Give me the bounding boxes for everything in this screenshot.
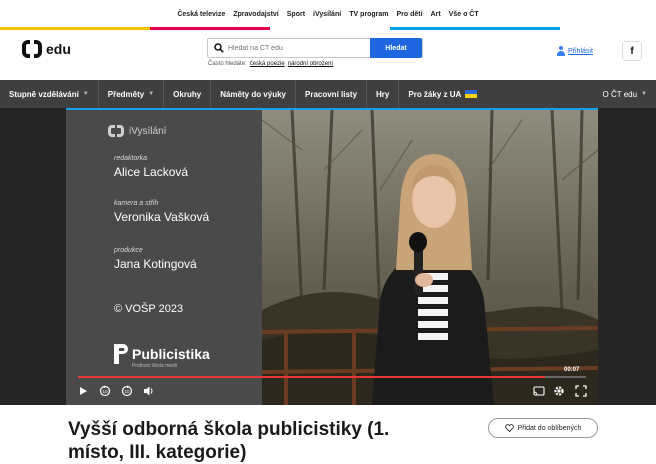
ivysilani-logo: iVysílání: [108, 125, 166, 137]
network-link-tv-program[interactable]: TV program: [349, 11, 388, 18]
login-link[interactable]: Přihlásit: [557, 46, 593, 56]
video-credits-panel: iVysílání redaktorka Alice Lacková kamer…: [66, 110, 262, 405]
ct-logo-icon: [22, 40, 42, 58]
network-link-ivysilani[interactable]: iVysílání: [313, 11, 341, 18]
svg-text:10: 10: [102, 389, 108, 394]
nav-item-label: O ČT edu: [603, 90, 638, 99]
ct-logo-icon: [108, 125, 124, 137]
user-icon: [557, 46, 565, 56]
channel-name: iVysílání: [129, 126, 166, 137]
school-name: Publicistika: [132, 346, 210, 362]
network-link-all[interactable]: Vše o ČT: [449, 11, 479, 18]
login-label: Přihlásit: [568, 48, 593, 55]
frequent-search-link[interactable]: národní obrození: [288, 61, 333, 67]
school-subtitle: Profesní škola médií: [132, 363, 177, 369]
network-bar: Česká televize Zpravodajství Sport iVysí…: [0, 0, 656, 28]
facebook-icon[interactable]: f: [622, 41, 642, 61]
nav-item-label: Náměty do výuky: [220, 90, 286, 99]
network-link-sport[interactable]: Sport: [287, 11, 305, 18]
page-title: Vyšší odborná škola publicistiky (1. mís…: [68, 418, 428, 464]
publicistika-logo: Publicistika Profesní škola médií: [114, 344, 210, 364]
credit-name: Alice Lacková: [114, 165, 188, 179]
search-icon: [214, 43, 224, 53]
main-nav: Stupně vzdělávání ▼ Předměty ▼ Okruhy Námě…: [0, 80, 656, 108]
heart-icon: [505, 424, 514, 432]
fullscreen-icon[interactable]: [574, 384, 588, 398]
nav-item-label: Pracovní listy: [305, 90, 357, 99]
network-link-art[interactable]: Art: [431, 11, 441, 18]
frequent-searches: Často hledáte: česká poezie národní obro…: [208, 61, 333, 67]
video-copyright: © VOŠP 2023: [114, 303, 183, 315]
nav-item-label: Okruhy: [173, 90, 201, 99]
frequent-search-link[interactable]: česká poezie: [250, 61, 285, 67]
chevron-down-icon: ▼: [641, 91, 647, 97]
add-to-favorites-button[interactable]: Přidat do oblíbených: [488, 418, 598, 438]
play-icon[interactable]: [76, 384, 90, 398]
credit-role: produkce: [114, 247, 143, 254]
network-link-kids[interactable]: Pro děti: [396, 11, 422, 18]
favorite-label: Přidat do oblíbených: [518, 425, 582, 432]
nav-item-about[interactable]: O ČT edu▼: [594, 80, 656, 108]
network-link-ct[interactable]: Česká televize: [177, 11, 225, 18]
network-link-news[interactable]: Zpravodajství: [233, 11, 279, 18]
frequent-searches-label: Často hledáte:: [208, 61, 247, 67]
ct-edu-logo[interactable]: edu: [22, 40, 71, 58]
nav-item-pracovni-listy[interactable]: Pracovní listy: [296, 80, 367, 108]
publicistika-mark-icon: [114, 344, 128, 364]
nav-item-label: Pro žáky z UA: [408, 90, 461, 99]
nav-item-label: Stupně vzdělávání: [9, 90, 79, 99]
chevron-down-icon: ▼: [83, 91, 89, 97]
video-progress-bar[interactable]: [78, 376, 586, 378]
nav-item-stupne[interactable]: Stupně vzdělávání ▼: [0, 80, 99, 108]
search-box: Hledat: [207, 38, 423, 58]
chevron-down-icon: ▼: [148, 91, 154, 97]
nav-item-ua[interactable]: Pro žáky z UA: [399, 80, 486, 108]
nav-item-okruhy[interactable]: Okruhy: [164, 80, 211, 108]
nav-item-namety[interactable]: Náměty do výuky: [211, 80, 296, 108]
volume-icon[interactable]: [142, 384, 156, 398]
player-controls: 10 10: [66, 382, 598, 402]
nav-item-predmety[interactable]: Předměty ▼: [99, 80, 164, 108]
credit-name: Jana Kotingová: [114, 257, 197, 271]
ukraine-flag-icon: [465, 90, 477, 98]
video-progress-fill: [78, 376, 545, 378]
nav-item-label: Předměty: [108, 90, 144, 99]
nav-item-hry[interactable]: Hry: [367, 80, 399, 108]
rewind-10-icon[interactable]: 10: [98, 384, 112, 398]
video-player[interactable]: iVysílání redaktorka Alice Lacková kamer…: [66, 110, 598, 405]
credit-name: Veronika Vašková: [114, 210, 209, 224]
credit-role: kamera a střih: [114, 200, 158, 207]
video-frame-reporter: [262, 110, 598, 405]
cast-icon[interactable]: [532, 384, 546, 398]
settings-gear-icon[interactable]: [552, 384, 566, 398]
logo-text: edu: [46, 41, 71, 57]
nav-item-label: Hry: [376, 90, 389, 99]
site-header: edu Hledat Často hledáte: česká poezie n…: [0, 30, 656, 80]
search-button[interactable]: Hledat: [370, 38, 422, 58]
video-timecode: 00:07: [564, 367, 579, 373]
forward-10-icon[interactable]: 10: [120, 384, 134, 398]
credit-role: redaktorka: [114, 155, 147, 162]
svg-text:10: 10: [124, 389, 130, 394]
search-input[interactable]: [228, 41, 368, 56]
